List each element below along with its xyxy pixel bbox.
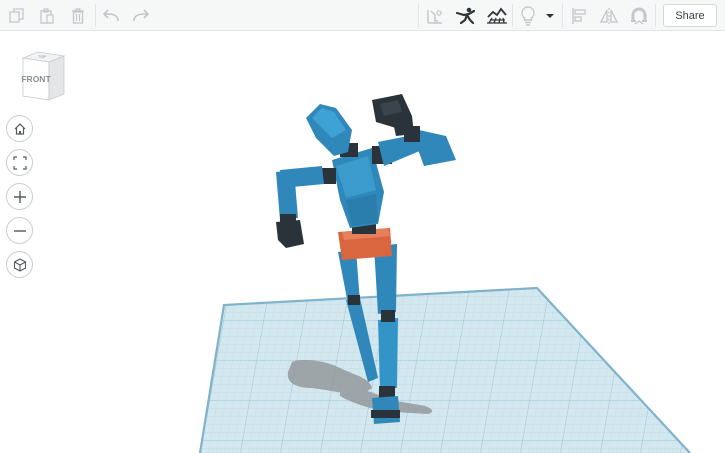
- fit-view-button[interactable]: [6, 149, 33, 176]
- right-foot-sole: [371, 410, 400, 418]
- perspective-button[interactable]: [6, 251, 33, 278]
- terrain-button[interactable]: [482, 0, 512, 31]
- viewport[interactable]: TOP FRONT: [0, 31, 725, 453]
- copy-button[interactable]: [2, 0, 32, 31]
- mirror-button[interactable]: [594, 0, 624, 31]
- person-pose-icon: [455, 7, 476, 24]
- fit-view-icon: [12, 155, 27, 170]
- copy-icon: [9, 7, 24, 23]
- paste-icon: [40, 7, 54, 24]
- terrain-grid-icon: [487, 6, 507, 24]
- zoom-out-icon: [13, 229, 26, 232]
- right-shin: [378, 318, 398, 390]
- light-button[interactable]: [513, 0, 543, 31]
- mirror-icon: [599, 7, 619, 24]
- paste-button[interactable]: [32, 0, 62, 31]
- workplane[interactable]: [198, 286, 691, 453]
- dropdown-caret-icon: [546, 13, 554, 18]
- redo-icon: [133, 8, 150, 21]
- zoom-in-icon: [13, 190, 26, 203]
- toolbar-divider: [418, 4, 419, 27]
- magnet-icon: [631, 7, 647, 24]
- align-button[interactable]: [564, 0, 594, 31]
- inspector-icon: [427, 9, 442, 24]
- left-knee: [348, 295, 360, 305]
- align-icon: [572, 7, 586, 24]
- right-knee: [381, 310, 395, 322]
- zoom-out-button[interactable]: [6, 217, 33, 244]
- cube-top-label: TOP: [38, 54, 46, 59]
- light-dropdown-button[interactable]: [540, 0, 560, 31]
- toolbar-divider: [655, 4, 656, 27]
- redo-button[interactable]: [126, 0, 156, 31]
- scene: [198, 94, 691, 453]
- home-icon: [14, 122, 25, 135]
- ankle: [379, 386, 395, 398]
- light-bulb-icon: [521, 5, 535, 26]
- toolbar-divider: [562, 4, 563, 27]
- left-hand: [276, 220, 304, 248]
- toolbar: Share: [0, 0, 725, 31]
- pose-button[interactable]: [451, 0, 481, 31]
- undo-icon: [102, 8, 119, 21]
- magnet-button[interactable]: [624, 0, 654, 31]
- zoom-in-button[interactable]: [6, 183, 33, 210]
- cube-front-label: FRONT: [21, 74, 51, 84]
- perspective-icon: [13, 257, 26, 272]
- inspector-button[interactable]: [420, 0, 450, 31]
- home-view-button[interactable]: [6, 115, 33, 142]
- view-cube[interactable]: TOP FRONT: [18, 48, 68, 104]
- share-button[interactable]: Share: [663, 4, 717, 27]
- delete-button[interactable]: [63, 0, 93, 31]
- undo-button[interactable]: [96, 0, 126, 31]
- delete-icon: [72, 7, 84, 24]
